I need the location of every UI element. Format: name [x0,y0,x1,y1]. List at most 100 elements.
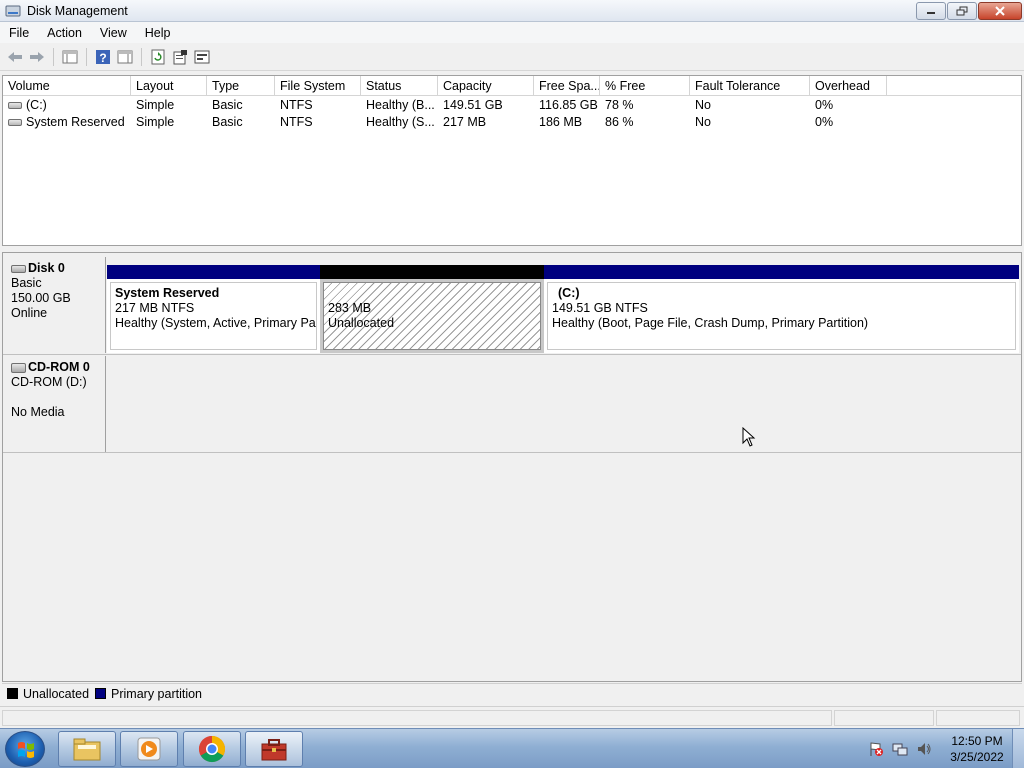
status-pane [834,710,934,726]
partition-size: 283 MB [328,301,372,315]
disk-type: CD-ROM (D:) [11,375,87,389]
column-header-file-system[interactable]: File System [275,76,361,96]
column-header-fault-tolerance[interactable]: Fault Tolerance [690,76,810,96]
column-header-capacity[interactable]: Capacity [438,76,534,96]
refresh-button[interactable] [147,46,169,68]
show-desktop-button[interactable] [1012,729,1024,768]
show-hide-console-tree-button[interactable] [59,46,81,68]
forward-button[interactable] [26,46,48,68]
column-header-overhead[interactable]: Overhead [810,76,887,96]
volume-name-cell: System Reserved [3,115,131,129]
volume-name: System Reserved [26,114,125,129]
volume-overhead: 0% [815,97,834,112]
taskbar-computer-management[interactable] [245,731,303,767]
partition-name: (C:) [558,286,580,300]
toolbar: ? [0,43,1024,71]
menu-file[interactable]: File [0,26,38,40]
volume-type: Basic [212,97,243,112]
title-bar: Disk Management [0,0,1024,22]
partition-c-drive[interactable]: (C:) 149.51 GB NTFS Healthy (Boot, Page … [544,265,1019,353]
partition-blank-line [328,286,536,301]
windows-logo-icon [18,742,34,758]
refresh-icon [151,49,165,64]
column-header-free-space[interactable]: Free Spa... [534,76,600,96]
disk-settings-icon [194,50,210,63]
menu-help[interactable]: Help [136,26,180,40]
network-icon[interactable] [892,741,908,757]
close-button[interactable] [978,2,1022,20]
volume-icon[interactable] [916,741,932,757]
help-button[interactable]: ? [92,46,114,68]
partition-size-fs: 217 MB NTFS [115,301,195,315]
restore-button[interactable] [947,2,977,20]
column-header-layout[interactable]: Layout [131,76,207,96]
mouse-cursor-icon [742,426,756,450]
column-header-status[interactable]: Status [361,76,438,96]
clock[interactable]: 12:50 PM 3/25/2022 [942,733,1012,765]
volume-status: Healthy (S... [366,114,435,129]
partition-size-fs: 149.51 GB NTFS [552,301,648,315]
disk-state: No Media [11,405,65,419]
legend-swatch-primary [95,688,107,699]
volume-name-cell: (C:) [3,98,131,112]
menu-action[interactable]: Action [38,26,91,40]
status-pane [2,710,832,726]
disk-info-spacer [11,390,105,405]
partition-bar-primary [544,265,1019,279]
minimize-icon [927,12,935,14]
legend-label: Unallocated [23,686,90,701]
disk-name: CD-ROM 0 [28,360,90,374]
column-header-type[interactable]: Type [207,76,275,96]
partition-body: (C:) 149.51 GB NTFS Healthy (Boot, Page … [547,282,1016,350]
back-button[interactable] [4,46,26,68]
volume-overhead: 0% [815,114,834,129]
show-hide-action-pane-button[interactable] [114,46,136,68]
status-bar [0,706,1024,728]
legend-item-unallocated: Unallocated [7,687,89,701]
close-icon [995,6,1005,16]
partition-body: 283 MB Unallocated [323,282,541,350]
row-divider [3,354,1021,355]
volume-capacity: 217 MB [443,114,487,129]
taskbar-chrome[interactable] [183,731,241,767]
chrome-icon [198,735,226,763]
toolbar-separator [86,47,87,66]
disk-settings-button[interactable] [191,46,213,68]
column-header-volume[interactable]: Volume [3,76,131,96]
volume-row[interactable]: (C:) Simple Basic NTFS Healthy (B... 149… [3,96,1021,113]
toolbar-separator [53,47,54,66]
volume-name: (C:) [26,97,47,112]
legend-item-primary: Primary partition [95,687,202,701]
help-icon: ? [96,49,110,65]
legend-label: Primary partition [111,686,203,701]
partition-unallocated[interactable]: 283 MB Unallocated [320,265,544,353]
volume-status: Healthy (B... [366,97,435,112]
partition-label: Unallocated [328,316,395,330]
forward-arrow-icon [30,51,44,62]
disk-state: Online [11,306,48,320]
volume-capacity: 149.51 GB [443,97,503,112]
taskbar-media-player[interactable] [120,731,178,767]
partition-body: System Reserved 217 MB NTFS Healthy (Sys… [110,282,317,350]
row-divider [3,452,1021,453]
minimize-button[interactable] [916,2,946,20]
volume-free-space: 186 MB [539,114,583,129]
column-header-percent-free[interactable]: % Free [600,76,690,96]
action-center-flag-icon[interactable] [868,741,884,757]
disk-info-cdrom-0[interactable]: CD-ROM 0 CD-ROM (D:) No Media [3,356,106,452]
disk-info-disk-0[interactable]: Disk 0 Basic 150.00 GB Online [3,257,106,353]
start-button[interactable] [5,731,45,767]
taskbar-explorer[interactable] [58,731,116,767]
disk-size: 150.00 GB [11,291,71,305]
taskbar: 12:50 PM 3/25/2022 [0,728,1024,768]
properties-button[interactable] [169,46,191,68]
volume-row[interactable]: System Reserved Simple Basic NTFS Health… [3,113,1021,130]
partition-system-reserved[interactable]: System Reserved 217 MB NTFS Healthy (Sys… [107,265,320,353]
drive-icon [8,101,22,109]
action-pane-icon [117,50,133,63]
hard-disk-icon [11,264,26,273]
restore-icon [956,6,968,16]
cd-drive-icon [11,362,26,373]
menu-view[interactable]: View [91,26,136,40]
window-title: Disk Management [27,3,128,18]
